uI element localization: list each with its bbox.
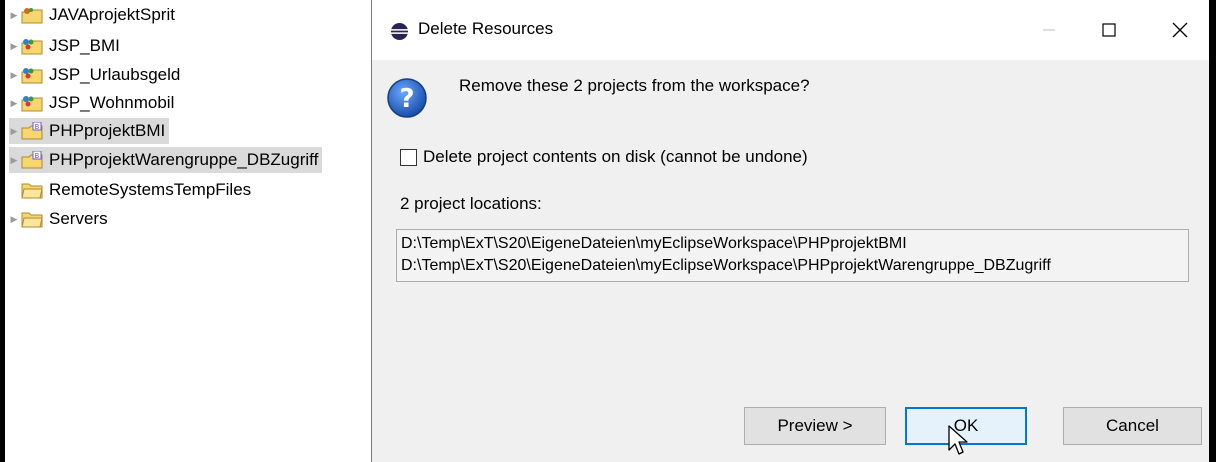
expand-arrow-icon[interactable]: ▶ <box>9 98 19 109</box>
expand-arrow-icon[interactable]: ▶ <box>9 10 19 21</box>
svg-text:?: ? <box>399 84 414 114</box>
expand-arrow-icon[interactable]: ▶ <box>9 126 19 137</box>
tree-item-label: PHPprojektWarengruppe_DBZugriff <box>49 150 319 169</box>
location-path: D:\Temp\ExT\S20\EigeneDateien\myEclipseW… <box>401 235 907 252</box>
java-project-icon <box>21 8 43 24</box>
folder-icon <box>21 183 43 199</box>
tree-item-jsp-urlaubsgeld[interactable]: ▶ JSP_Urlaubsgeld <box>9 62 181 88</box>
folder-icon <box>21 212 43 228</box>
expand-arrow-icon[interactable]: ▶ <box>9 155 19 166</box>
dialog-title: Delete Resources <box>418 19 554 38</box>
delete-contents-option[interactable]: Delete project contents on disk (cannot … <box>400 147 808 167</box>
minimize-icon <box>1043 29 1055 31</box>
tree-item-label: PHPprojektBMI <box>49 121 166 140</box>
dialog-titlebar[interactable]: Delete Resources <box>372 0 1209 60</box>
svg-text:B: B <box>35 152 40 160</box>
tree-item-label: RemoteSystemsTempFiles <box>49 180 252 199</box>
tree-item-jsp-bmi[interactable]: ▶ JSP_BMI <box>9 33 120 59</box>
tree-item-label: JSP_Wohnmobil <box>49 93 175 112</box>
php-project-icon: B <box>21 122 43 140</box>
tree-item-javaprojektsprit[interactable]: ▶ JAVAprojektSprit <box>9 2 175 28</box>
close-button[interactable] <box>1157 10 1203 50</box>
locations-list[interactable]: D:\Temp\ExT\S20\EigeneDateien\myEclipseW… <box>396 229 1189 282</box>
maximize-icon <box>1102 23 1116 37</box>
eclipse-icon <box>390 22 409 41</box>
close-icon <box>1172 22 1188 38</box>
tree-item-jsp-wohnmobil[interactable]: ▶ JSP_Wohnmobil <box>9 90 175 116</box>
cancel-button[interactable]: Cancel <box>1063 407 1202 445</box>
tree-item-phpprojektwarengruppe[interactable]: ▶ B PHPprojektWarengruppe_DBZugriff <box>9 147 323 173</box>
delete-contents-label[interactable]: Delete project contents on disk (cannot … <box>423 147 808 167</box>
web-project-icon <box>21 68 43 84</box>
tree-item-phpprojektbmi[interactable]: ▶ B PHPprojektBMI <box>9 118 170 144</box>
tree-item-label: Servers <box>49 209 108 228</box>
web-project-icon <box>21 39 43 55</box>
minimize-button <box>1026 10 1072 50</box>
expand-arrow-icon[interactable]: ▶ <box>9 70 19 81</box>
confirm-message: Remove these 2 projects from the workspa… <box>459 76 810 95</box>
tree-item-label: JAVAprojektSprit <box>49 5 175 24</box>
expand-arrow-icon[interactable]: ▶ <box>9 41 19 52</box>
delete-contents-checkbox[interactable] <box>400 148 417 166</box>
svg-text:B: B <box>35 123 40 131</box>
php-project-icon: B <box>21 151 43 169</box>
maximize-button[interactable] <box>1086 10 1132 50</box>
locations-heading: 2 project locations: <box>400 194 542 213</box>
expand-arrow-icon[interactable]: ▶ <box>9 214 19 225</box>
question-icon: ? <box>387 78 427 118</box>
tree-item-servers[interactable]: ▶ Servers <box>9 206 108 232</box>
delete-resources-dialog: Delete Resources ? Remove these 2 projec… <box>371 0 1209 462</box>
project-explorer: ▶ JAVAprojektSprit ▶ JSP_BMI ▶ JSP_Urlau… <box>5 0 368 462</box>
window-frame-right <box>1209 0 1216 462</box>
mouse-pointer-icon <box>948 425 968 455</box>
web-project-icon <box>21 96 43 112</box>
preview-button[interactable]: Preview > <box>744 407 886 445</box>
tree-item-label: JSP_BMI <box>49 36 120 55</box>
tree-item-remotesystemstempfiles[interactable]: ▶ RemoteSystemsTempFiles <box>9 177 251 203</box>
location-path: D:\Temp\ExT\S20\EigeneDateien\myEclipseW… <box>401 257 1051 274</box>
tree-item-label: JSP_Urlaubsgeld <box>49 65 181 84</box>
